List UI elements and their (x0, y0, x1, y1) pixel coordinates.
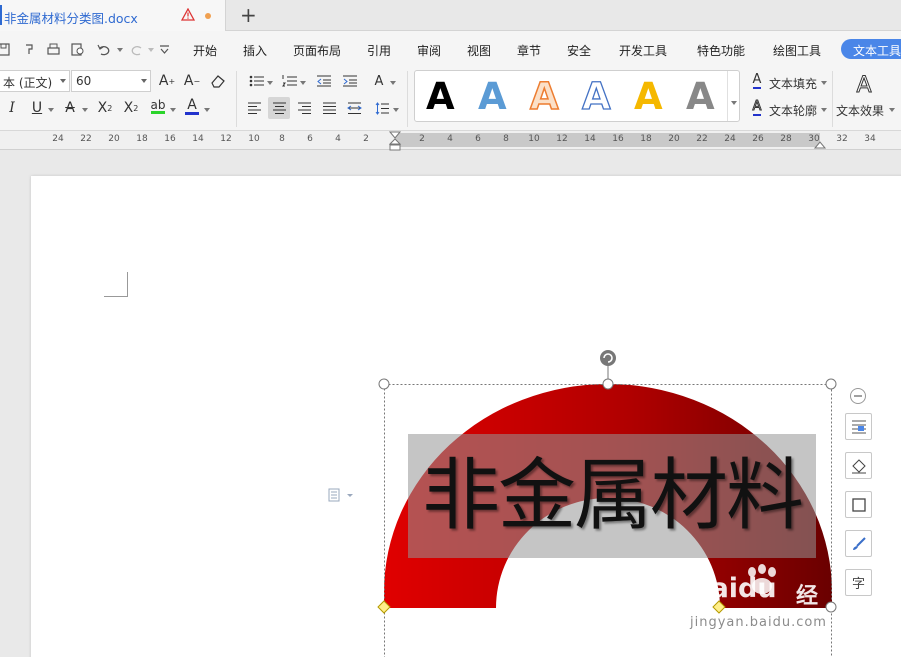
shape-outline-button[interactable] (845, 491, 872, 518)
watermark-cn: 经验 (796, 584, 819, 641)
shape-fill-button[interactable] (845, 452, 872, 479)
text-wrap-icon (851, 420, 866, 433)
collapse-minus-icon[interactable] (849, 387, 867, 405)
svg-text:字: 字 (852, 577, 865, 591)
character-icon: 字 (852, 577, 865, 591)
layout-options-button[interactable] (845, 413, 872, 440)
text-frame-button[interactable]: 字 (845, 569, 872, 596)
wordart-shape[interactable] (0, 0, 901, 657)
watermark-url: jingyan.baidu.com (690, 615, 827, 630)
outline-square-icon (851, 497, 866, 512)
paint-bucket-icon (851, 458, 866, 473)
brush-icon (852, 536, 866, 550)
format-brush-button[interactable] (845, 530, 872, 557)
wordart-text[interactable]: 非金属材料 (408, 434, 816, 558)
watermark-brand: Baidu (690, 573, 777, 604)
